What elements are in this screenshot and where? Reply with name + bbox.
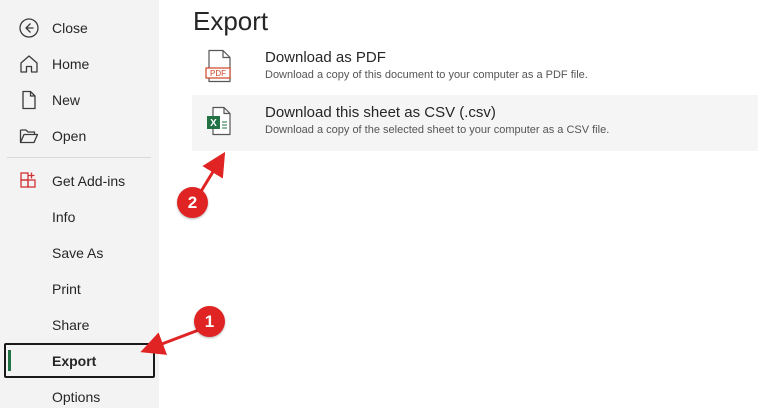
sidebar-item-export[interactable]: Export bbox=[0, 343, 159, 377]
sidebar-divider bbox=[7, 157, 151, 158]
sidebar-item-home[interactable]: Home bbox=[0, 46, 159, 80]
sidebar-item-label: Options bbox=[52, 389, 101, 405]
sidebar-item-print[interactable]: Print bbox=[0, 271, 159, 305]
pdf-file-icon: PDF bbox=[205, 49, 235, 83]
sidebar-item-get-add-ins[interactable]: Get Add-ins bbox=[0, 163, 159, 197]
step-badge-2: 2 bbox=[177, 187, 208, 218]
sidebar-item-label: Get Add-ins bbox=[52, 173, 126, 189]
option-title: Download as PDF bbox=[265, 49, 386, 66]
home-icon bbox=[18, 53, 40, 75]
sidebar-item-label: Print bbox=[52, 281, 81, 297]
sidebar-item-share[interactable]: Share bbox=[0, 307, 159, 341]
pdf-icon-text: PDF bbox=[210, 69, 226, 78]
add-ins-icon bbox=[18, 170, 40, 192]
sidebar-item-new[interactable]: New bbox=[0, 82, 159, 116]
sidebar-item-label: Share bbox=[52, 317, 90, 333]
sidebar-item-label: Open bbox=[52, 128, 87, 144]
download-pdf-option[interactable]: PDF Download as PDF Download a copy of t… bbox=[192, 40, 758, 96]
sidebar-item-info[interactable]: Info bbox=[0, 199, 159, 233]
page-title: Export bbox=[193, 6, 269, 36]
back-arrow-icon bbox=[18, 17, 40, 39]
excel-csv-file-icon: X bbox=[205, 104, 235, 138]
backstage-sidebar: Close Home New Open Get Add-ins Info Sav… bbox=[0, 0, 159, 408]
sidebar-item-save-as[interactable]: Save As bbox=[0, 235, 159, 269]
option-description: Download a copy of the selected sheet to… bbox=[265, 124, 610, 136]
option-title: Download this sheet as CSV (.csv) bbox=[265, 104, 496, 121]
download-csv-option[interactable]: X Download this sheet as CSV (.csv) Down… bbox=[192, 95, 758, 151]
sidebar-item-label: Info bbox=[52, 209, 76, 225]
folder-open-icon bbox=[18, 125, 40, 147]
sidebar-item-label: Export bbox=[52, 353, 97, 369]
new-document-icon bbox=[18, 89, 40, 111]
sidebar-item-label: Home bbox=[52, 56, 90, 72]
sidebar-item-label: Close bbox=[52, 20, 88, 36]
sidebar-item-close[interactable]: Close bbox=[0, 10, 159, 44]
export-panel: Export PDF Download as PDF Download a co… bbox=[159, 0, 769, 408]
sidebar-item-options[interactable]: Options bbox=[0, 379, 159, 408]
option-description: Download a copy of this document to your… bbox=[265, 69, 588, 81]
excel-icon-text: X bbox=[210, 118, 217, 129]
sidebar-item-label: New bbox=[52, 92, 81, 108]
sidebar-item-label: Save As bbox=[52, 245, 104, 261]
sidebar-item-open[interactable]: Open bbox=[0, 118, 159, 152]
step-badge-1: 1 bbox=[194, 306, 225, 337]
